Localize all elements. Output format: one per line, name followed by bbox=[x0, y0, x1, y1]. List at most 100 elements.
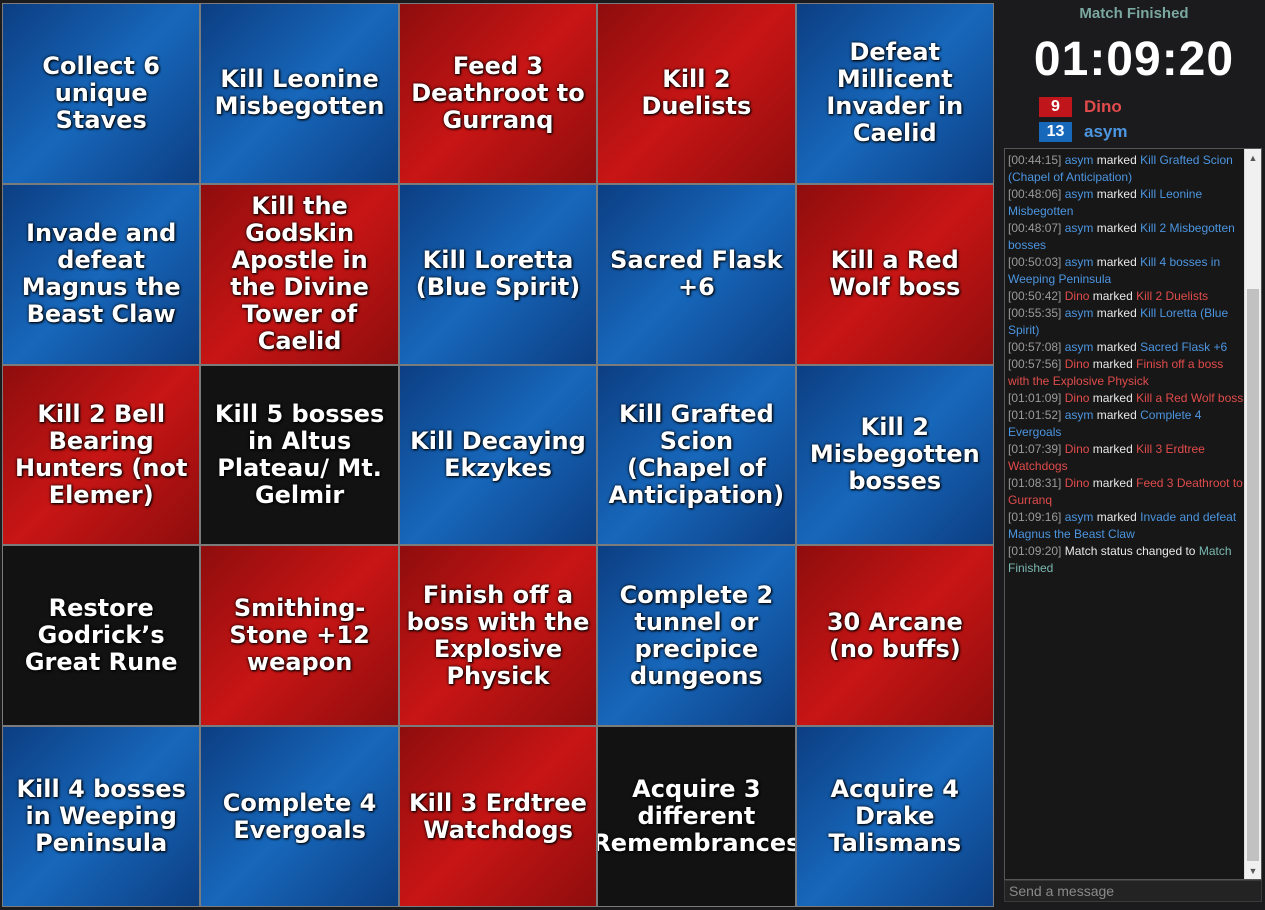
bingo-cell[interactable]: Smithing-Stone +12 weapon bbox=[201, 546, 398, 726]
message-timestamp: [00:50:03] bbox=[1008, 255, 1062, 269]
message-timestamp: [00:48:06] bbox=[1008, 187, 1062, 201]
message-action: marked bbox=[1096, 510, 1137, 524]
bingo-cell[interactable]: Kill a Red Wolf boss bbox=[796, 184, 993, 364]
scroll-up-icon[interactable]: ▲ bbox=[1245, 149, 1261, 166]
message-timestamp: [01:08:31] bbox=[1008, 476, 1062, 490]
bingo-cell[interactable]: Kill 3 Erdtree Watchdogs bbox=[399, 727, 597, 906]
bingo-board: Collect 6 unique Staves Kill Leonine Misb… bbox=[2, 3, 994, 907]
message-player: Dino bbox=[1064, 442, 1090, 456]
message-action: marked bbox=[1096, 221, 1137, 235]
message-timestamp: [01:01:52] bbox=[1008, 408, 1062, 422]
message-action: marked bbox=[1096, 306, 1137, 320]
message-timestamp: [01:09:20] bbox=[1008, 544, 1062, 558]
player-name: Dino bbox=[1084, 97, 1122, 116]
bingo-cell[interactable]: Complete 2 tunnel or precipice dungeons bbox=[598, 546, 795, 726]
chat-message: [01:01:09] Dino marked Kill a Red Wolf b… bbox=[1008, 390, 1244, 407]
chat-message: [01:08:31] Dino marked Feed 3 Deathroot … bbox=[1008, 475, 1244, 509]
message-action: marked bbox=[1096, 187, 1137, 201]
scroll-thumb[interactable] bbox=[1247, 289, 1259, 861]
chat-message: [00:55:35] asym marked Kill Loretta (Blu… bbox=[1008, 305, 1244, 339]
chat-message: [01:09:20] Match status changed to Match… bbox=[1008, 543, 1244, 577]
message-timestamp: [00:48:07] bbox=[1008, 221, 1062, 235]
match-status: Match Finished bbox=[1079, 5, 1189, 22]
chat-message: [00:50:42] Dino marked Kill 2 Duelists bbox=[1008, 288, 1244, 305]
bingo-cell[interactable]: Kill Leonine Misbegotten bbox=[201, 4, 398, 183]
message-timestamp: [01:07:39] bbox=[1008, 442, 1062, 456]
message-goal: Kill 2 Duelists bbox=[1136, 289, 1209, 303]
message-player: Dino bbox=[1064, 289, 1090, 303]
scroll-down-icon[interactable]: ▼ bbox=[1245, 862, 1261, 879]
message-timestamp: [00:57:56] bbox=[1008, 357, 1062, 371]
message-action: marked bbox=[1092, 391, 1133, 405]
message-goal: Sacred Flask +6 bbox=[1140, 340, 1228, 354]
match-timer: 01:09:20 bbox=[1033, 33, 1235, 86]
bingo-cell[interactable]: Defeat Millicent Invader in Caelid bbox=[796, 4, 993, 183]
message-player: asym bbox=[1064, 187, 1094, 201]
message-player: asym bbox=[1064, 255, 1094, 269]
message-player: asym bbox=[1064, 340, 1094, 354]
message-action: marked bbox=[1092, 442, 1133, 456]
bingo-cell[interactable]: Invade and defeat Magnus the Beast Claw bbox=[3, 184, 200, 364]
message-timestamp: [00:57:08] bbox=[1008, 340, 1062, 354]
message-timestamp: [00:55:35] bbox=[1008, 306, 1062, 320]
message-action: marked bbox=[1096, 153, 1137, 167]
message-player: asym bbox=[1064, 306, 1094, 320]
chat-message: [01:07:39] Dino marked Kill 3 Erdtree Wa… bbox=[1008, 441, 1244, 475]
message-player: asym bbox=[1064, 153, 1094, 167]
bingo-cell[interactable]: Kill 4 bosses in Weeping Peninsula bbox=[3, 727, 200, 906]
chat-message: [00:57:56] Dino marked Finish off a boss… bbox=[1008, 356, 1244, 390]
player-name: asym bbox=[1084, 122, 1128, 141]
bingo-cell[interactable]: Complete 4 Evergoals bbox=[201, 727, 398, 906]
message-action: marked bbox=[1092, 357, 1133, 371]
chat-log: [00:44:15] asym marked Kill Grafted Scio… bbox=[1005, 149, 1244, 879]
match-sidebar: Match Finished 01:09:20 9 Dino 13 asym [… bbox=[1003, 0, 1265, 910]
bingo-cell[interactable]: Kill 2 Misbegotten bosses bbox=[796, 365, 993, 545]
bingo-cell[interactable]: Acquire 4 Drake Talismans bbox=[796, 727, 993, 906]
message-timestamp: [01:09:16] bbox=[1008, 510, 1062, 524]
message-action: marked bbox=[1096, 408, 1137, 422]
chat-message: [00:44:15] asym marked Kill Grafted Scio… bbox=[1008, 152, 1244, 186]
chat-scrollbar[interactable]: ▲ ▼ bbox=[1244, 149, 1261, 879]
bingo-cell[interactable]: Kill 5 bosses in Altus Plateau/ Mt. Gelm… bbox=[201, 365, 398, 545]
message-action: Match status changed to bbox=[1064, 544, 1196, 558]
message-action: marked bbox=[1092, 476, 1133, 490]
chat-message: [00:57:08] asym marked Sacred Flask +6 bbox=[1008, 339, 1244, 356]
score-badge: 13 bbox=[1039, 122, 1072, 142]
message-player: asym bbox=[1064, 408, 1094, 422]
message-goal: Kill a Red Wolf boss bbox=[1136, 391, 1244, 405]
message-action: marked bbox=[1092, 289, 1133, 303]
message-timestamp: [00:44:15] bbox=[1008, 153, 1062, 167]
bingo-cell[interactable]: Kill 2 Duelists bbox=[598, 4, 795, 183]
message-player: Dino bbox=[1064, 476, 1090, 490]
chat-message: [00:48:06] asym marked Kill Leonine Misb… bbox=[1008, 186, 1244, 220]
message-player: Dino bbox=[1064, 357, 1090, 371]
message-action: marked bbox=[1096, 255, 1137, 269]
chat-message: [01:01:52] asym marked Complete 4 Evergo… bbox=[1008, 407, 1244, 441]
bingo-cell[interactable]: Kill Loretta (Blue Spirit) bbox=[399, 184, 597, 364]
chat-message: [00:48:07] asym marked Kill 2 Misbegotte… bbox=[1008, 220, 1244, 254]
bingo-cell[interactable]: Kill 2 Bell Bearing Hunters (not Elemer) bbox=[3, 365, 200, 545]
message-timestamp: [00:50:42] bbox=[1008, 289, 1062, 303]
player-score-dino: 9 Dino bbox=[1039, 97, 1122, 117]
bingo-cell[interactable]: Collect 6 unique Staves bbox=[3, 4, 200, 183]
message-player: asym bbox=[1064, 221, 1094, 235]
bingo-cell[interactable]: Kill the Godskin Apostle in the Divine T… bbox=[201, 184, 398, 364]
chat-message: [01:09:16] asym marked Invade and defeat… bbox=[1008, 509, 1244, 543]
bingo-cell[interactable]: Kill Decaying Ekzykes bbox=[399, 365, 597, 545]
bingo-cell[interactable]: Restore Godrick’s Great Rune bbox=[3, 546, 200, 726]
bingo-cell[interactable]: Acquire 3 different Remembrances bbox=[598, 727, 795, 906]
message-action: marked bbox=[1096, 340, 1137, 354]
message-timestamp: [01:01:09] bbox=[1008, 391, 1062, 405]
bingo-cell[interactable]: 30 Arcane (no buffs) bbox=[796, 546, 993, 726]
message-player: Dino bbox=[1064, 391, 1090, 405]
bingo-cell[interactable]: Kill Grafted Scion (Chapel of Anticipati… bbox=[598, 365, 795, 545]
bingo-cell[interactable]: Sacred Flask +6 bbox=[598, 184, 795, 364]
bingo-cell[interactable]: Finish off a boss with the Explosive Phy… bbox=[399, 546, 597, 726]
chat-message-input[interactable] bbox=[1004, 880, 1262, 902]
player-score-asym: 13 asym bbox=[1039, 122, 1127, 142]
message-player: asym bbox=[1064, 510, 1094, 524]
chat-message: [00:50:03] asym marked Kill 4 bosses in … bbox=[1008, 254, 1244, 288]
bingo-cell[interactable]: Feed 3 Deathroot to Gurranq bbox=[399, 4, 597, 183]
score-badge: 9 bbox=[1039, 97, 1072, 117]
chat-panel: [00:44:15] asym marked Kill Grafted Scio… bbox=[1004, 148, 1262, 880]
